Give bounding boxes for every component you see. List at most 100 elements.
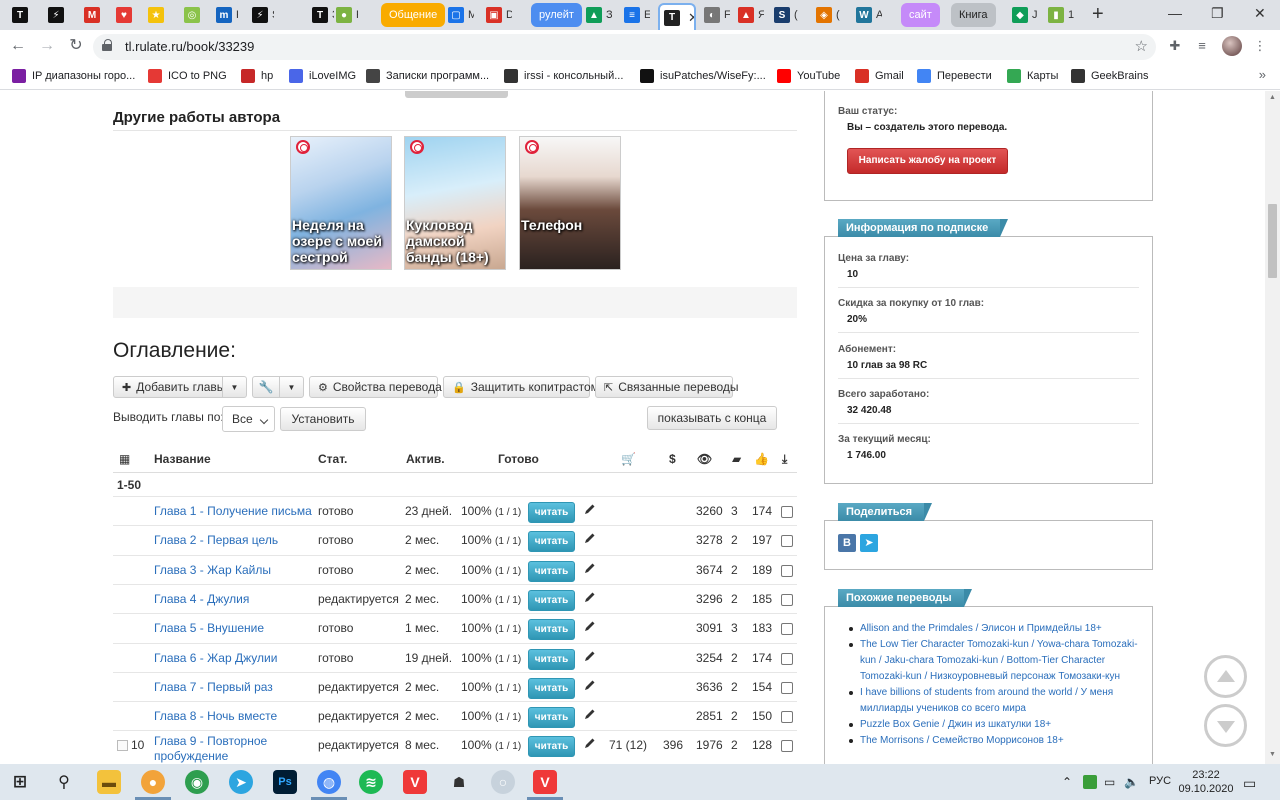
bookmark-item[interactable]: GeekBrains — [1071, 68, 1148, 84]
vivaldi-icon[interactable]: V — [403, 770, 427, 794]
back-icon[interactable]: ← — [8, 36, 28, 56]
bookmark-item[interactable]: ICO to PNG — [148, 68, 227, 84]
read-chapter-button[interactable]: читать — [528, 736, 575, 758]
bookmark-item[interactable]: Записки программ... — [366, 68, 489, 84]
more-bookmarks-icon[interactable]: » — [1259, 67, 1266, 82]
language-indicator[interactable]: РУС — [1149, 775, 1171, 787]
download-checkbox[interactable] — [781, 535, 793, 548]
forward-icon[interactable]: → — [37, 36, 57, 56]
close-tab-icon[interactable]: ✕ — [688, 10, 694, 26]
browser-tab[interactable]: ▲ Я — [734, 3, 768, 27]
browser-tab[interactable]: ▢ M — [444, 3, 478, 27]
bookmark-item[interactable]: IP диапазоны горо... — [12, 68, 135, 84]
tab-group-chip-chat[interactable]: Общение — [381, 3, 446, 27]
browser-tab[interactable]: M — [80, 3, 110, 27]
edit-pencil-icon[interactable] — [584, 650, 596, 662]
protect-copyright-button[interactable]: 🔒 Защитить копитрастом — [443, 376, 599, 398]
browser-tab[interactable]: ▮ 1 — [1044, 3, 1078, 27]
read-chapter-button[interactable]: читать — [528, 619, 575, 641]
browser-tab[interactable]: mK — [212, 3, 242, 27]
search-icon[interactable]: ⚲ — [52, 770, 76, 794]
tab-group-chip-site[interactable]: сайт — [901, 3, 940, 27]
tools-button[interactable]: 🔧 — [252, 376, 280, 398]
chapter-title-link[interactable]: Глава 8 - Ночь вместе — [154, 709, 277, 723]
telegram-icon[interactable]: ➤ — [229, 770, 253, 794]
download-checkbox[interactable] — [781, 564, 793, 577]
cover-card[interactable]: Неделя на озере с моей сестрой — [290, 136, 392, 270]
edit-pencil-icon[interactable] — [584, 591, 596, 603]
edit-pencil-icon[interactable] — [584, 503, 596, 515]
edit-pencil-icon[interactable] — [584, 620, 596, 632]
download-checkbox[interactable] — [781, 711, 793, 724]
edit-pencil-icon[interactable] — [584, 708, 596, 720]
select-all-icon[interactable]: ▦ — [119, 452, 130, 466]
browser-tab[interactable]: ◆ J — [1008, 3, 1042, 27]
address-url[interactable]: tl.rulate.ru/book/33239 — [125, 39, 254, 54]
browser-tab[interactable]: ⚡ — [44, 3, 74, 27]
scroll-down-arrow-icon[interactable]: ▼ — [1269, 751, 1276, 758]
read-chapter-button[interactable]: читать — [528, 560, 575, 582]
page-scrollbar[interactable]: ▲ ▼ — [1265, 91, 1280, 764]
scroll-up-arrow-icon[interactable]: ▲ — [1269, 94, 1276, 101]
row-selector[interactable] — [117, 740, 128, 752]
cover-card[interactable]: Кукловод дамской банды (18+) — [404, 136, 506, 270]
col-active-header[interactable]: Актив. — [406, 452, 445, 466]
read-chapter-button[interactable]: читать — [528, 648, 575, 670]
chrome-icon[interactable]: ◍ — [317, 770, 341, 794]
read-chapter-button[interactable]: читать — [528, 707, 575, 729]
bookmark-item[interactable]: Gmail — [855, 68, 904, 84]
telegram-share-icon[interactable]: ➤ — [860, 534, 878, 552]
bookmark-item[interactable]: irssi - консольный... — [504, 68, 623, 84]
similar-translation-link[interactable]: Allison and the Primdales / Элисон и При… — [849, 621, 1139, 637]
download-checkbox[interactable] — [781, 506, 793, 518]
browser-yandex-icon[interactable]: ● — [141, 770, 165, 794]
scroll-down-button[interactable] — [1204, 704, 1247, 747]
browser-tab[interactable]: S( — [770, 3, 804, 27]
cover-card[interactable]: Телефон — [519, 136, 621, 270]
download-checkbox[interactable] — [781, 623, 793, 636]
browser-tab[interactable]: ⚡S — [248, 3, 278, 27]
col-name-header[interactable]: Название — [154, 452, 211, 466]
scrollbar-thumb[interactable] — [1268, 204, 1277, 278]
similar-translation-link[interactable]: I have billions of students from around … — [849, 685, 1139, 717]
tab-group-chip-rulate[interactable]: рулейт — [531, 3, 582, 27]
browser-tab[interactable]: T — [8, 3, 38, 27]
windows-start-icon[interactable]: ⊞ — [8, 770, 32, 794]
add-chapters-dropdown[interactable]: ▼ — [222, 376, 247, 398]
download-checkbox[interactable] — [781, 652, 793, 665]
bookmark-item[interactable]: isuPatches/WiseFy:... — [640, 68, 766, 84]
browser-tab[interactable]: ◐ F — [700, 3, 734, 27]
network-icon[interactable]: ▭ — [1104, 775, 1115, 789]
scroll-up-button[interactable] — [1204, 655, 1247, 698]
tab-group-chip-book[interactable]: Книга — [951, 3, 996, 27]
chapter-title-link[interactable]: Глава 1 - Получение письма — [154, 504, 312, 518]
maximize-window-icon[interactable]: ❐ — [1211, 5, 1224, 22]
download-checkbox[interactable] — [781, 740, 793, 753]
browser-tab[interactable]: ★ — [144, 3, 174, 27]
bookmark-item[interactable]: YouTube — [777, 68, 840, 84]
bookmark-item[interactable]: Карты — [1007, 68, 1058, 84]
bookmark-item[interactable]: Перевести — [917, 68, 992, 84]
similar-translation-link[interactable]: The Low Tier Character Tomozaki-kun / Yo… — [849, 637, 1139, 685]
download-checkbox[interactable] — [781, 593, 793, 606]
read-chapter-button[interactable]: читать — [528, 589, 575, 611]
spotify-icon[interactable]: ≋ — [359, 770, 383, 794]
active-tab[interactable]: T ✕ — [658, 3, 696, 30]
browser-tab[interactable]: ●F — [332, 3, 362, 27]
address-bar[interactable]: tl.rulate.ru/book/33239 ☆ — [93, 34, 1156, 60]
close-window-icon[interactable]: ✕ — [1254, 5, 1266, 22]
related-translations-button[interactable]: ⇱ Связанные переводы — [595, 376, 738, 398]
edit-pencil-icon[interactable] — [584, 532, 596, 544]
clock[interactable]: 23:22 09.10.2020 — [1178, 768, 1234, 796]
chapters-per-page-select[interactable]: Все — [222, 406, 275, 432]
chapter-title-link[interactable]: Глава 4 - Джулия — [154, 592, 249, 606]
browser-tab[interactable]: WA — [852, 3, 886, 27]
show-from-end-button[interactable]: показывать с конца — [647, 406, 777, 430]
add-chapters-button[interactable]: ✚ Добавить главы — [113, 376, 225, 398]
read-chapter-button[interactable]: читать — [528, 502, 575, 523]
edit-pencil-icon[interactable] — [584, 679, 596, 691]
tray-expand-icon[interactable]: ⌃ — [1062, 775, 1072, 789]
browser-tab[interactable]: ♥ — [112, 3, 142, 27]
new-tab-button[interactable]: + — [1092, 4, 1104, 24]
set-button[interactable]: Установить — [280, 407, 366, 431]
